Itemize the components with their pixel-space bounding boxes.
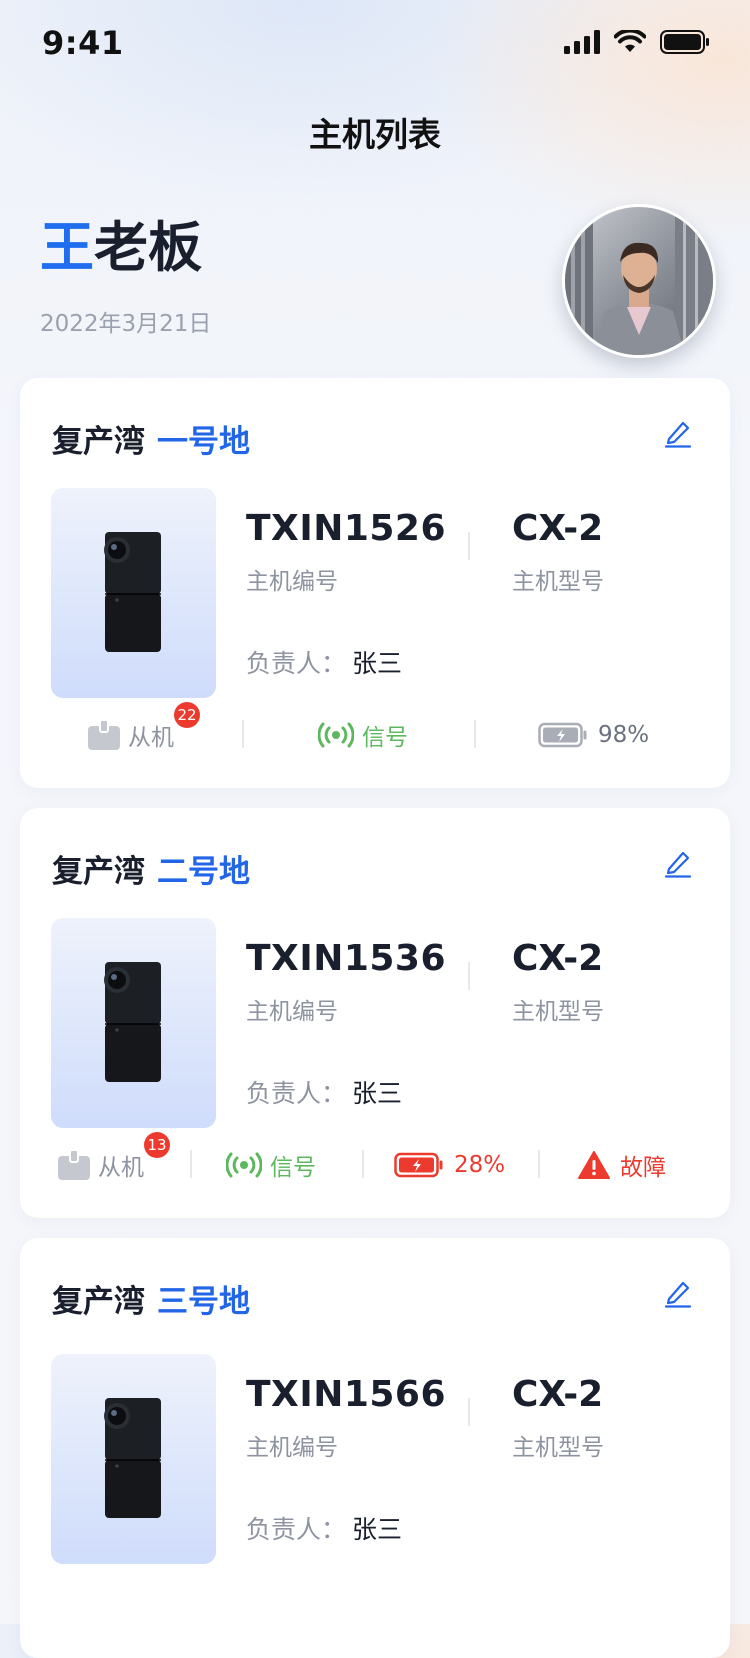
host-id-label: 主机编号 bbox=[246, 569, 338, 595]
slave-label: 从机 bbox=[98, 1155, 144, 1181]
host-model-label: 主机型号 bbox=[512, 569, 604, 595]
host-plot: 三号地 bbox=[157, 1284, 250, 1320]
edit-icon[interactable] bbox=[664, 848, 692, 878]
signal-metric[interactable]: 信号 bbox=[226, 1138, 316, 1192]
metric-divider bbox=[362, 1150, 364, 1178]
battery-text: 28% bbox=[454, 1152, 506, 1178]
host-card[interactable]: 复产湾 一号地 TXIN1526 主机编号 CX-2 主机型号 负责人： 张三 从机… bbox=[20, 378, 730, 788]
device-image bbox=[51, 1354, 216, 1564]
host-model-label: 主机型号 bbox=[512, 1435, 604, 1461]
host-plot: 一号地 bbox=[157, 424, 250, 460]
signal-icon bbox=[318, 722, 354, 748]
battery-icon bbox=[660, 30, 709, 54]
divider bbox=[468, 1398, 470, 1426]
owner-name: 张三 bbox=[352, 1079, 403, 1108]
camera-device-icon bbox=[104, 1398, 161, 1518]
slave-count-badge: 13 bbox=[144, 1132, 170, 1158]
slave-device-icon bbox=[88, 720, 120, 750]
status-bar: 9:41 bbox=[0, 0, 750, 88]
card-title: 复产湾 二号地 bbox=[52, 846, 250, 891]
owner-label: 负责人： bbox=[246, 1515, 347, 1544]
signal-bars-icon bbox=[564, 30, 600, 54]
owner-name: 张三 bbox=[352, 649, 403, 678]
current-date: 2022年3月21日 bbox=[40, 311, 212, 337]
battery-metric[interactable]: 98% bbox=[538, 708, 649, 762]
device-image bbox=[51, 918, 216, 1128]
divider bbox=[468, 532, 470, 560]
host-id: TXIN1536 bbox=[246, 938, 447, 979]
slave-count-badge: 22 bbox=[174, 702, 200, 728]
camera-device-icon bbox=[104, 532, 161, 652]
owner-label: 负责人： bbox=[246, 649, 347, 678]
card-title: 复产湾 一号地 bbox=[52, 416, 250, 461]
host-location: 复产湾 bbox=[52, 854, 145, 890]
host-model-label: 主机型号 bbox=[512, 999, 604, 1025]
host-card[interactable]: 复产湾 二号地 TXIN1536 主机编号 CX-2 主机型号 负责人： 张三 从机… bbox=[20, 808, 730, 1218]
signal-label: 信号 bbox=[270, 1155, 316, 1181]
wifi-icon bbox=[614, 30, 646, 52]
fault-metric[interactable]: 故障 bbox=[578, 1138, 666, 1192]
user-name-first: 王 bbox=[40, 216, 94, 279]
host-model: CX-2 bbox=[512, 938, 604, 979]
edit-icon[interactable] bbox=[664, 418, 692, 448]
owner-row: 负责人： 张三 bbox=[246, 1510, 402, 1546]
host-model: CX-2 bbox=[512, 508, 604, 549]
divider bbox=[468, 962, 470, 990]
slave-label: 从机 bbox=[128, 725, 174, 751]
avatar-photo bbox=[565, 207, 713, 355]
host-id-label: 主机编号 bbox=[246, 1435, 338, 1461]
host-id: TXIN1566 bbox=[246, 1374, 447, 1415]
edit-icon[interactable] bbox=[664, 1278, 692, 1308]
avatar[interactable] bbox=[562, 204, 716, 358]
owner-name: 张三 bbox=[352, 1515, 403, 1544]
signal-label: 信号 bbox=[362, 725, 408, 751]
slave-metric[interactable]: 从机 13 bbox=[58, 1132, 170, 1192]
status-row: 从机 22 信号 98% bbox=[20, 702, 730, 762]
fault-label: 故障 bbox=[620, 1155, 666, 1181]
host-plot: 二号地 bbox=[157, 854, 250, 890]
user-name-rest: 老板 bbox=[94, 216, 202, 279]
slave-device-icon bbox=[58, 1150, 90, 1180]
metric-divider bbox=[474, 720, 476, 748]
owner-label: 负责人： bbox=[246, 1079, 347, 1108]
host-id: TXIN1526 bbox=[246, 508, 447, 549]
card-title: 复产湾 三号地 bbox=[52, 1276, 250, 1321]
camera-device-icon bbox=[104, 962, 161, 1082]
host-location: 复产湾 bbox=[52, 424, 145, 460]
metric-divider bbox=[190, 1150, 192, 1178]
status-icons bbox=[564, 30, 710, 54]
page-title: 主机列表 bbox=[309, 115, 441, 154]
device-image bbox=[51, 488, 216, 698]
host-location: 复产湾 bbox=[52, 1284, 145, 1320]
slave-metric[interactable]: 从机 22 bbox=[88, 702, 200, 762]
signal-metric[interactable]: 信号 bbox=[318, 708, 408, 762]
metric-divider bbox=[242, 720, 244, 748]
signal-icon bbox=[226, 1152, 262, 1178]
owner-row: 负责人： 张三 bbox=[246, 644, 402, 680]
host-card[interactable]: 复产湾 三号地 TXIN1566 主机编号 CX-2 主机型号 负责人： 张三 bbox=[20, 1238, 730, 1658]
battery-charging-icon bbox=[538, 722, 587, 748]
host-id-label: 主机编号 bbox=[246, 999, 338, 1025]
owner-row: 负责人： 张三 bbox=[246, 1074, 402, 1110]
battery-charging-icon bbox=[394, 1152, 443, 1178]
host-model: CX-2 bbox=[512, 1374, 604, 1415]
user-greeting: 王老板 bbox=[40, 218, 202, 278]
status-time: 9:41 bbox=[42, 24, 124, 62]
warning-icon bbox=[578, 1151, 610, 1179]
metric-divider bbox=[538, 1150, 540, 1178]
battery-text: 98% bbox=[598, 722, 650, 748]
status-row: 从机 13 信号 28% 故障 bbox=[20, 1132, 730, 1192]
battery-metric[interactable]: 28% bbox=[394, 1138, 505, 1192]
